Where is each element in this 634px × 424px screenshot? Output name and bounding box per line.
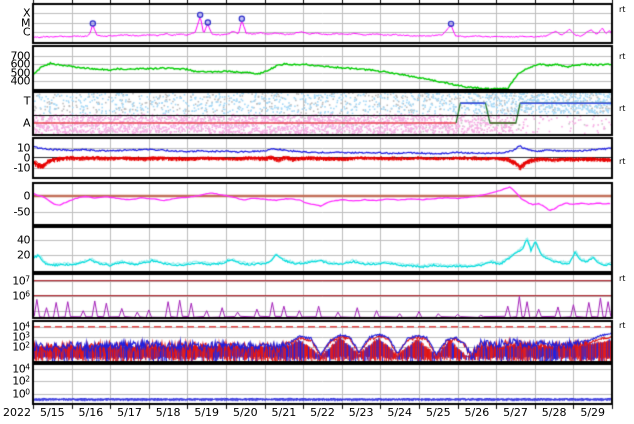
x-axis-date-label: 5/27 [503, 406, 528, 419]
right-axis-label-t-a-activity: rt [619, 104, 626, 113]
y-axis-label-geomagnetic-activity: 20 [17, 248, 31, 262]
x-axis-date-label: 5/19 [194, 406, 220, 419]
x-axis-date-label: 5/17 [117, 406, 142, 419]
x-axis-date-label: 5/26 [464, 406, 490, 419]
y-axis-label-imf-bt-bz: -10 [13, 161, 31, 174]
x-axis-date-label: 5/24 [387, 406, 413, 419]
y-axis-label-t-a-activity: A [22, 116, 31, 130]
x-axis-date-label: 5/23 [348, 406, 374, 419]
x-axis-date-label: 5/22 [310, 406, 335, 419]
x-axis-date-label: 5/16 [78, 406, 104, 419]
x-axis-date-label: 5/21 [271, 406, 297, 419]
y-axis-label-t-a-activity: T [23, 94, 31, 108]
plot-canvas [0, 0, 634, 424]
right-axis-label-electron-flux: rt [619, 321, 626, 330]
x-axis-date-label: 5/25 [425, 406, 451, 419]
right-axis-label-high-energy-proton-flux: rt [619, 274, 626, 283]
right-axis-label-goes-xray-flux: rt [619, 5, 626, 14]
x-axis-date-label: 5/29 [580, 406, 606, 419]
x-axis-date-label: 5/18 [155, 406, 181, 419]
x-axis-date-label: 5/15 [39, 406, 65, 419]
y-axis-label-electron-flux: 102 [12, 340, 30, 354]
right-axis-label-imf-bt-bz: rt [619, 157, 626, 166]
right-axis-label-solar-wind-speed: rt [619, 52, 626, 61]
y-axis-label-geomagnetic-activity: 40 [17, 233, 31, 247]
y-axis-label-low-energy-flux: 102 [12, 374, 30, 388]
solar-terrestrial-activity-chart: 2022 X M Crt 700 600 500 400 rt T Art 10 0 -10 rt 0 -50… [0, 0, 634, 424]
y-axis-label-dst-index: -50 [13, 205, 31, 218]
y-axis-label-high-energy-proton-flux: 106 [12, 289, 30, 303]
x-axis-year-label: 2022 [3, 406, 31, 419]
y-axis-label-high-energy-proton-flux: 107 [12, 274, 30, 288]
y-axis-label-low-energy-flux: 100 [12, 387, 30, 401]
y-axis-label-dst-index: 0 [23, 189, 31, 203]
y-axis-label-low-energy-flux: 104 [12, 362, 30, 376]
x-axis-date-label: 5/28 [541, 406, 567, 419]
y-axis-label-solar-wind-speed: 400 [10, 74, 31, 88]
y-axis-label-goes-xray-flux: C [22, 25, 31, 39]
x-axis-date-label: 5/20 [232, 406, 258, 419]
